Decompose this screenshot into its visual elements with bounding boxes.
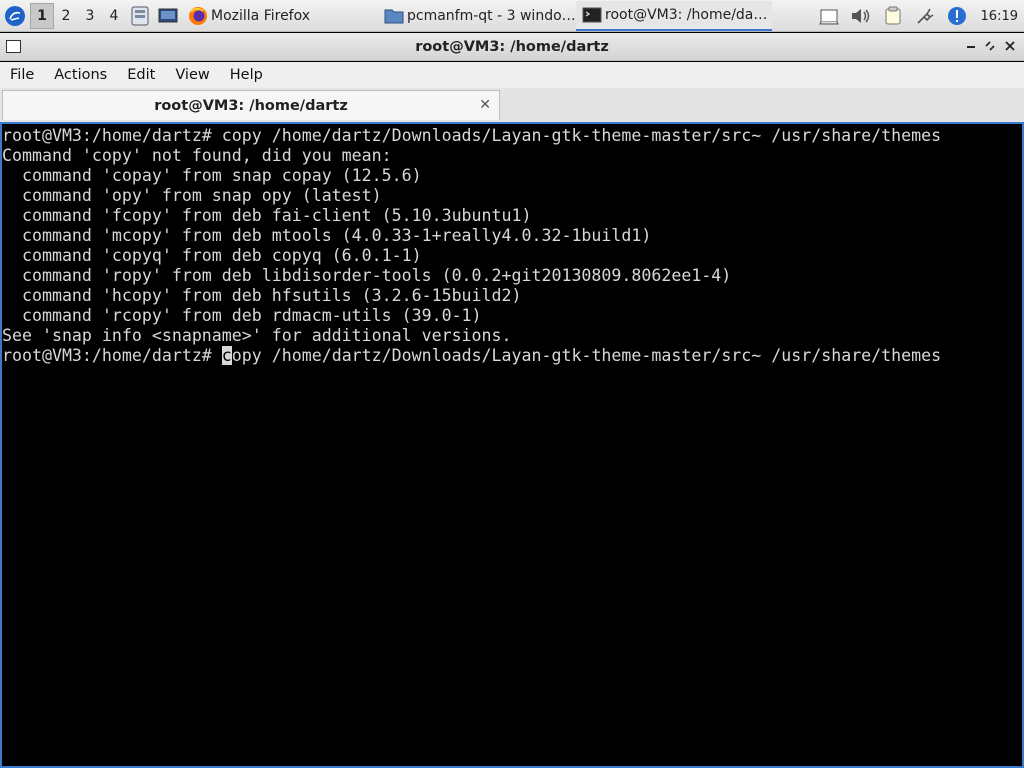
taskbar-item-label: Mozilla Firefox xyxy=(211,7,311,24)
update-notifier-tray-button[interactable] xyxy=(941,0,973,32)
terminal-line: Command 'copy' not found, did you mean: xyxy=(2,146,392,165)
terminal-command-text: opy /home/dartz/Downloads/Layan-gtk-them… xyxy=(231,346,942,365)
terminal-icon xyxy=(582,7,602,22)
volume-icon xyxy=(851,9,869,23)
terminal-line: command 'copay' from snap copay (12.5.6) xyxy=(2,166,422,185)
workspace-1-button[interactable]: 1 xyxy=(30,2,54,29)
menu-actions[interactable]: Actions xyxy=(44,67,117,83)
minimize-icon xyxy=(967,46,975,48)
tab-bar: root@VM3: /home/dartz ✕ xyxy=(0,88,1024,122)
taskbar-item-label: pcmanfm-qt - 3 windo… xyxy=(407,7,576,24)
window-titlebar[interactable]: root@VM3: /home/dartz xyxy=(0,33,1024,61)
file-manager-launcher[interactable] xyxy=(126,0,154,32)
file-manager-icon xyxy=(131,6,149,25)
top-panel: 1 2 3 4 Mozilla Firefox pcmanfm-qt - 3 w… xyxy=(0,0,1024,32)
firefox-icon xyxy=(189,6,207,25)
maximize-button[interactable] xyxy=(981,37,999,55)
menu-view[interactable]: View xyxy=(165,67,219,83)
terminal-line: command 'opy' from snap opy (latest) xyxy=(2,186,382,205)
terminal-input-line[interactable]: root@VM3:/home/dartz# copy /home/dartz/D… xyxy=(2,346,1022,366)
terminal-line: command 'hcopy' from deb hfsutils (3.2.6… xyxy=(2,286,522,305)
workspace-2-button[interactable]: 2 xyxy=(54,3,78,29)
terminal-line: See 'snap info <snapname>' for additiona… xyxy=(2,326,512,345)
taskbar-item-firefox[interactable]: Mozilla Firefox xyxy=(182,1,378,31)
menu-file[interactable]: File xyxy=(0,67,44,83)
terminal-tab[interactable]: root@VM3: /home/dartz ✕ xyxy=(2,90,500,120)
menu-help[interactable]: Help xyxy=(220,67,273,83)
terminal-line: command 'rcopy' from deb rdmacm-utils (3… xyxy=(2,306,482,325)
notes-icon xyxy=(885,6,901,25)
info-icon xyxy=(947,7,966,25)
window-title: root@VM3: /home/dartz xyxy=(415,38,609,55)
close-icon xyxy=(1005,41,1015,51)
terminal-window-icon[interactable] xyxy=(6,40,21,53)
taskbar-item-pcmanfm[interactable]: pcmanfm-qt - 3 windo… xyxy=(378,1,576,31)
terminal-line: command 'copyq' from deb copyq (6.0.1-1) xyxy=(2,246,422,265)
terminal-prompt: root@VM3:/home/dartz# xyxy=(2,346,222,365)
volume-tray-button[interactable] xyxy=(845,0,877,32)
workspace-4-button[interactable]: 4 xyxy=(102,3,126,29)
terminal-output[interactable]: root@VM3:/home/dartz# copy /home/dartz/D… xyxy=(0,122,1024,768)
clipboard-icon xyxy=(818,9,839,25)
text-cursor: c xyxy=(221,346,232,365)
terminal-line: command 'fcopy' from deb fai-client (5.1… xyxy=(2,206,532,225)
restore-icon xyxy=(985,41,995,51)
lubuntu-logo-icon xyxy=(5,5,25,26)
show-desktop-button[interactable] xyxy=(154,0,182,32)
terminal-line: command 'mcopy' from deb mtools (4.0.33-… xyxy=(2,226,652,245)
network-icon xyxy=(916,8,933,24)
menu-edit[interactable]: Edit xyxy=(117,67,165,83)
taskbar-item-terminal[interactable]: root@VM3: /home/da… xyxy=(576,0,772,31)
folder-icon xyxy=(384,9,404,23)
tab-close-icon[interactable]: ✕ xyxy=(479,97,491,113)
taskbar-item-label: root@VM3: /home/da… xyxy=(605,6,768,23)
desktop-icon xyxy=(158,8,178,22)
clock[interactable]: 16:19 xyxy=(973,9,1024,24)
tab-label: root@VM3: /home/dartz xyxy=(154,97,348,114)
menu-bar: File Actions Edit View Help xyxy=(0,62,1024,88)
close-window-button[interactable] xyxy=(1001,37,1019,55)
terminal-line: root@VM3:/home/dartz# copy /home/dartz/D… xyxy=(2,126,942,145)
terminal-line: command 'ropy' from deb libdisorder-tool… xyxy=(2,266,732,285)
system-tray: 16:19 xyxy=(813,0,1024,32)
workspace-3-button[interactable]: 3 xyxy=(78,3,102,29)
minimize-button[interactable] xyxy=(962,37,980,55)
notes-tray-button[interactable] xyxy=(877,0,909,32)
clipboard-tray-button[interactable] xyxy=(813,0,845,32)
application-menu-button[interactable] xyxy=(0,0,30,32)
network-tray-button[interactable] xyxy=(909,0,941,32)
